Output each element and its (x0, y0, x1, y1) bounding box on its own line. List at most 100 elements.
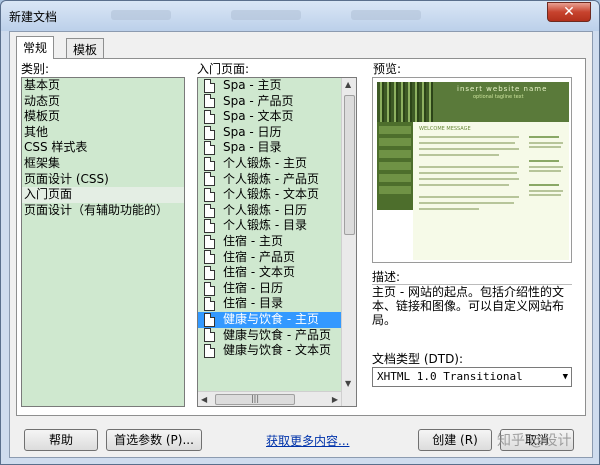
description-label: 描述: (372, 270, 401, 284)
category-item[interactable]: 入门页面 (22, 187, 184, 203)
starter-page-item[interactable]: 住宿 - 目录 (198, 296, 356, 312)
preview-text-line (419, 202, 514, 204)
document-icon (204, 94, 215, 109)
preview-text-line (419, 196, 519, 198)
starter-page-item[interactable]: 健康与饮食 - 主页 (198, 311, 356, 328)
dialog-client: 常规 模板 类别: 基本页 动态页 模板页 其他 CSS 样式表 框架集 页面设计 (CSS… (9, 31, 593, 458)
category-item[interactable]: 动态页 (22, 94, 184, 110)
document-icon (204, 203, 215, 218)
starter-page-item[interactable]: Spa - 主页 (198, 78, 356, 94)
tab-label: 常规 (23, 41, 48, 55)
starter-page-label: 健康与饮食 - 主页 (223, 311, 319, 326)
close-button[interactable]: ✕ (547, 2, 591, 22)
category-item[interactable]: 模板页 (22, 109, 184, 125)
scroll-down-icon[interactable]: ▼ (345, 379, 351, 388)
preview-main: WELCOME MESSAGE (413, 122, 569, 260)
doctype-label: 文档类型 (DTD): (372, 352, 464, 366)
title-bar[interactable]: 新建文档 ✕ (1, 1, 599, 31)
starter-page-label: 个人锻炼 - 主页 (223, 155, 307, 170)
tab-label: 模板 (73, 43, 98, 57)
document-icon (204, 281, 215, 296)
starter-page-item[interactable]: Spa - 产品页 (198, 94, 356, 110)
preview-text-line (419, 184, 509, 186)
starter-page-item[interactable]: Spa - 文本页 (198, 109, 356, 125)
starter-pages-label: 入门页面: (197, 62, 250, 76)
horizontal-scrollbar[interactable]: ◀ ||| ▶ (198, 391, 341, 406)
scroll-thumb[interactable] (344, 95, 355, 235)
preview-side-line (529, 190, 563, 192)
starter-page-item[interactable]: 个人锻炼 - 产品页 (198, 172, 356, 188)
preview-text-line (419, 154, 499, 156)
starter-page-label: Spa - 文本页 (223, 109, 294, 124)
preview-text-line (419, 166, 519, 168)
vertical-scrollbar[interactable]: ▲ ▼ (341, 78, 356, 406)
starter-page-item[interactable]: Spa - 目录 (198, 140, 356, 156)
document-icon (204, 219, 215, 234)
preview-side-heading (529, 160, 559, 162)
category-list[interactable]: 基本页 动态页 模板页 其他 CSS 样式表 框架集 页面设计 (CSS) 入门页面 页面设计（… (21, 77, 185, 407)
starter-page-item[interactable]: 住宿 - 产品页 (198, 250, 356, 266)
starter-page-label: 健康与饮食 - 文本页 (223, 343, 331, 358)
help-button[interactable]: 帮助 (24, 429, 98, 451)
starter-page-item[interactable]: 住宿 - 主页 (198, 234, 356, 250)
starter-pages-list[interactable]: Spa - 主页 Spa - 产品页 Spa - 文本页 Spa - 日历 Spa - … (197, 77, 357, 407)
document-icon (204, 250, 215, 265)
chevron-down-icon[interactable]: ▼ (563, 368, 568, 386)
preview-header: insert website name optional tagline tex… (377, 82, 569, 122)
starter-page-item[interactable]: 住宿 - 日历 (198, 281, 356, 297)
preview-site-tagline: optional tagline text (473, 94, 524, 100)
starter-page-label: Spa - 日历 (223, 124, 282, 139)
get-more-content-link[interactable]: 获取更多内容... (266, 432, 349, 449)
preview-text-line (419, 208, 479, 210)
document-icon (204, 343, 215, 358)
preview-text-line (419, 148, 519, 150)
preview-side-line (529, 146, 561, 148)
category-item[interactable]: 其他 (22, 125, 184, 141)
starter-page-label: 住宿 - 日历 (223, 280, 283, 295)
category-item[interactable]: 页面设计（有辅助功能的） (22, 203, 184, 219)
starter-page-label: 个人锻炼 - 文本页 (223, 187, 319, 202)
scroll-thumb-horizontal[interactable]: ||| (215, 394, 295, 405)
starter-page-label: 个人锻炼 - 日历 (223, 202, 307, 217)
document-icon (204, 297, 215, 312)
document-icon (204, 312, 215, 327)
create-button[interactable]: 创建 (R) (418, 429, 492, 451)
tab-templates[interactable]: 模板 (66, 38, 105, 58)
scroll-right-icon[interactable]: ▶ (332, 395, 338, 404)
doctype-select[interactable]: XHTML 1.0 Transitional ▼ (372, 367, 572, 387)
starter-page-item[interactable]: 健康与饮食 - 文本页 (198, 343, 356, 359)
document-icon (204, 172, 215, 187)
preview-welcome: WELCOME MESSAGE (419, 126, 471, 132)
scroll-up-icon[interactable]: ▲ (345, 80, 351, 89)
starter-page-label: 住宿 - 目录 (223, 296, 283, 311)
background-ghost (351, 10, 421, 20)
document-icon (204, 187, 215, 202)
starter-page-item[interactable]: 健康与饮食 - 产品页 (198, 328, 356, 344)
preferences-button[interactable]: 首选参数 (P)... (106, 429, 202, 451)
preview-side-line (529, 170, 561, 172)
starter-page-item[interactable]: Spa - 日历 (198, 125, 356, 141)
document-icon (204, 328, 215, 343)
starter-page-item[interactable]: 住宿 - 文本页 (198, 265, 356, 281)
starter-page-item[interactable]: 个人锻炼 - 主页 (198, 156, 356, 172)
document-icon (204, 125, 215, 140)
page-items: Spa - 主页 Spa - 产品页 Spa - 文本页 Spa - 日历 Spa - … (198, 78, 356, 359)
starter-page-label: 住宿 - 文本页 (223, 265, 295, 280)
preview-side-line (529, 142, 563, 144)
starter-page-label: 住宿 - 主页 (223, 233, 283, 248)
new-document-dialog: 新建文档 ✕ 常规 模板 类别: 基本页 动态页 模板页 其他 CSS 样式表 框架集 页面… (0, 0, 600, 465)
scroll-left-icon[interactable]: ◀ (201, 395, 207, 404)
category-item[interactable]: 基本页 (22, 78, 184, 94)
category-item[interactable]: 框架集 (22, 156, 184, 172)
starter-page-item[interactable]: 个人锻炼 - 日历 (198, 203, 356, 219)
document-icon (204, 78, 215, 93)
starter-page-label: Spa - 主页 (223, 78, 282, 92)
category-item[interactable]: 页面设计 (CSS) (22, 172, 184, 188)
tab-general[interactable]: 常规 (16, 36, 55, 59)
document-icon (204, 234, 215, 249)
starter-page-item[interactable]: 个人锻炼 - 目录 (198, 218, 356, 234)
starter-page-item[interactable]: 个人锻炼 - 文本页 (198, 187, 356, 203)
starter-page-label: 个人锻炼 - 目录 (223, 218, 307, 233)
document-icon (204, 265, 215, 280)
category-item[interactable]: CSS 样式表 (22, 140, 184, 156)
